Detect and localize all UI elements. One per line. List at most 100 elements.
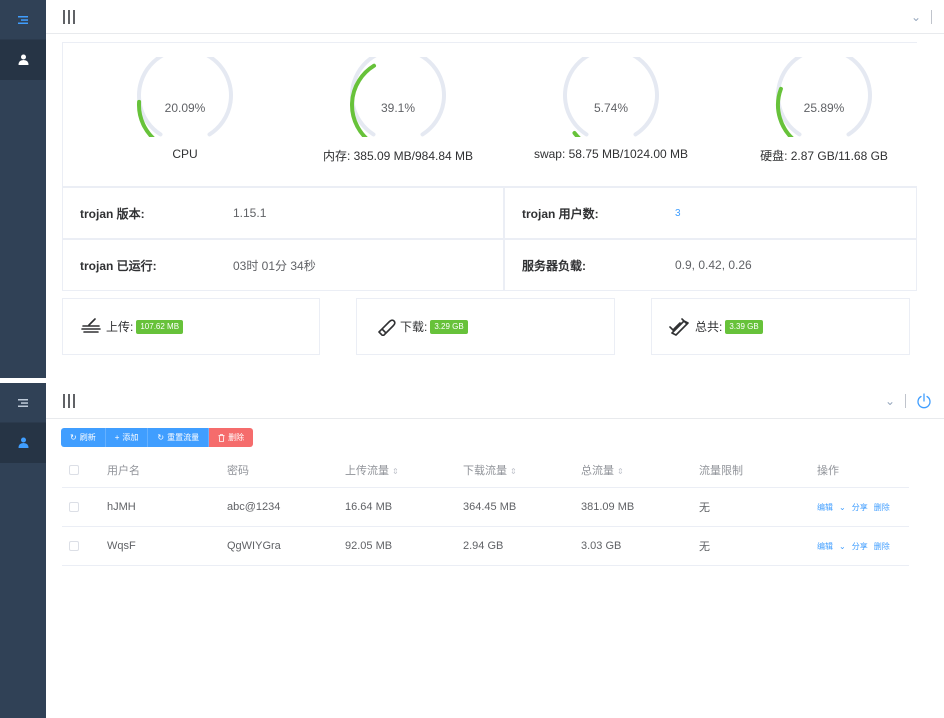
total-label: 总共: [695, 320, 723, 334]
chevron-down-icon[interactable]: ⌄ [911, 10, 921, 24]
sidebar-top [0, 0, 46, 378]
header-download-label: 下载流量 [463, 464, 507, 477]
gauge-caption: swap: 58.75 MB/1024.00 MB [533, 147, 689, 161]
gauge-caption: 内存: 385.09 MB/984.84 MB [322, 149, 474, 163]
row-checkbox[interactable] [69, 502, 79, 512]
header-username: 用户名 [107, 464, 140, 477]
trash-icon [218, 433, 225, 442]
header-upload[interactable]: 上传流量 ⇕ [345, 462, 463, 478]
sidebar-item-user[interactable] [0, 40, 46, 80]
cell-username: hJMH [107, 501, 136, 513]
gauge-percent: 39.1% [380, 101, 416, 115]
user-icon [18, 437, 28, 448]
info-value: 1.15.1 [233, 206, 267, 220]
upload-value: 107.62 MB [136, 319, 184, 334]
cell-upload: 92.05 MB [345, 540, 393, 552]
hamburger-icon[interactable] [63, 394, 75, 408]
menu-icon [18, 15, 28, 24]
upload-icon [81, 317, 101, 333]
cell-limit: 无 [699, 502, 710, 514]
info-label: 服务器负载: [522, 258, 586, 273]
edit-link[interactable]: 编辑 [817, 502, 833, 513]
sort-icon[interactable]: ⇕ [392, 467, 399, 476]
download-label: 下载: [400, 320, 428, 334]
cell-password: abc@1234 [227, 501, 281, 513]
header-total-label: 总流量 [581, 464, 614, 477]
user-table: 用户名 密码 上传流量 ⇕ 下载流量 ⇕ 总流量 ⇕ 流量限制 操作 hJMH abc… [62, 452, 909, 566]
header-password: 密码 [227, 464, 249, 477]
add-button[interactable]: + 添加 [105, 428, 149, 447]
sidebar-bottom [0, 383, 46, 718]
refresh-icon: ↻ [157, 433, 165, 442]
cell-total: 381.09 MB [581, 501, 635, 513]
delete-link[interactable]: 删除 [874, 541, 890, 552]
divider [931, 9, 932, 24]
upload-card: 上传: 107.62 MB [62, 298, 320, 355]
cell-download: 2.94 GB [463, 540, 504, 552]
sidebar-item-user[interactable] [0, 423, 46, 463]
status-panel: 20.09% CPU 39.1% 内存: 385.09 MB/984.84 MB… [62, 42, 917, 187]
share-link[interactable]: 分享 [852, 502, 868, 513]
share-link[interactable]: 分享 [852, 541, 868, 552]
add-label: 添加 [122, 433, 139, 442]
download-value: 3.29 GB [430, 319, 468, 334]
header-limit: 流量限制 [699, 464, 743, 477]
cell-limit: 无 [699, 541, 710, 553]
info-value: 3 [675, 207, 681, 219]
hamburger-icon[interactable] [63, 10, 75, 24]
header-upload-label: 上传流量 [345, 464, 389, 477]
info-label: trojan 用户数: [522, 206, 599, 221]
info-label: trojan 版本: [80, 206, 145, 221]
info-value: 0.9, 0.42, 0.26 [675, 258, 752, 272]
info-uptime: trojan 已运行: 03时 01分 34秒 [62, 239, 504, 291]
table-header: 用户名 密码 上传流量 ⇕ 下载流量 ⇕ 总流量 ⇕ 流量限制 操作 [62, 452, 909, 488]
sidebar-item-dashboard[interactable] [0, 383, 46, 423]
chevron-down-icon[interactable]: ⌄ [839, 503, 846, 512]
row-actions: 编辑 ⌄ 分享 删除 [817, 541, 909, 552]
toolbar: ↻ 刷新 + 添加 ↻ 重置流量 删除 [61, 428, 254, 447]
refresh-button[interactable]: ↻ 刷新 [61, 428, 106, 447]
refresh-icon: ↻ [70, 433, 77, 442]
total-icon [669, 317, 689, 336]
edit-link[interactable]: 编辑 [817, 541, 833, 552]
download-card: 下载: 3.29 GB [356, 298, 615, 355]
chevron-down-icon[interactable]: ⌄ [885, 394, 895, 408]
download-icon [378, 318, 396, 336]
header-total[interactable]: 总流量 ⇕ [581, 462, 699, 478]
cell-upload: 16.64 MB [345, 501, 393, 513]
plus-icon: + [114, 433, 120, 442]
gauge-percent: 5.74% [593, 101, 629, 115]
row-checkbox[interactable] [69, 541, 79, 551]
divider [905, 393, 906, 408]
power-icon[interactable] [916, 392, 932, 409]
disk-gauge: 25.89% 硬盘: 2.87 GB/11.68 GB [724, 57, 924, 164]
select-all-checkbox[interactable] [69, 464, 79, 475]
reset-traffic-button[interactable]: ↻ 重置流量 [148, 428, 210, 447]
refresh-label: 刷新 [79, 433, 96, 442]
info-load: 服务器负载: 0.9, 0.42, 0.26 [504, 239, 917, 291]
cell-username: WqsF [107, 540, 136, 552]
chevron-down-icon[interactable]: ⌄ [839, 542, 846, 551]
info-users: trojan 用户数: 3 [504, 187, 917, 239]
memory-gauge: 39.1% 内存: 385.09 MB/984.84 MB [298, 57, 498, 164]
sidebar-item-dashboard[interactable] [0, 0, 46, 40]
delete-link[interactable]: 删除 [874, 502, 890, 513]
user-icon [18, 54, 28, 65]
sort-icon[interactable]: ⇕ [510, 467, 517, 476]
cell-download: 364.45 MB [463, 501, 517, 513]
gauge-percent: 25.89% [803, 101, 845, 115]
swap-gauge: 5.74% swap: 58.75 MB/1024.00 MB [511, 57, 711, 161]
header-actions: 操作 [817, 464, 839, 477]
gauge-percent: 20.09% [164, 101, 206, 115]
delete-button[interactable]: 删除 [209, 428, 254, 447]
gauge-caption: 硬盘: 2.87 GB/11.68 GB [760, 149, 888, 163]
info-value: 03时 01分 34秒 [233, 258, 316, 273]
navbar-bottom: ⌄ [46, 383, 944, 419]
table-row: hJMH abc@1234 16.64 MB 364.45 MB 381.09 … [62, 488, 909, 527]
info-label: trojan 已运行: [80, 258, 157, 273]
gauge-caption: CPU [172, 147, 198, 161]
sort-icon[interactable]: ⇕ [617, 467, 624, 476]
header-download[interactable]: 下载流量 ⇕ [463, 462, 581, 478]
navbar-top: ⌄ [46, 0, 944, 34]
menu-icon [18, 398, 28, 407]
